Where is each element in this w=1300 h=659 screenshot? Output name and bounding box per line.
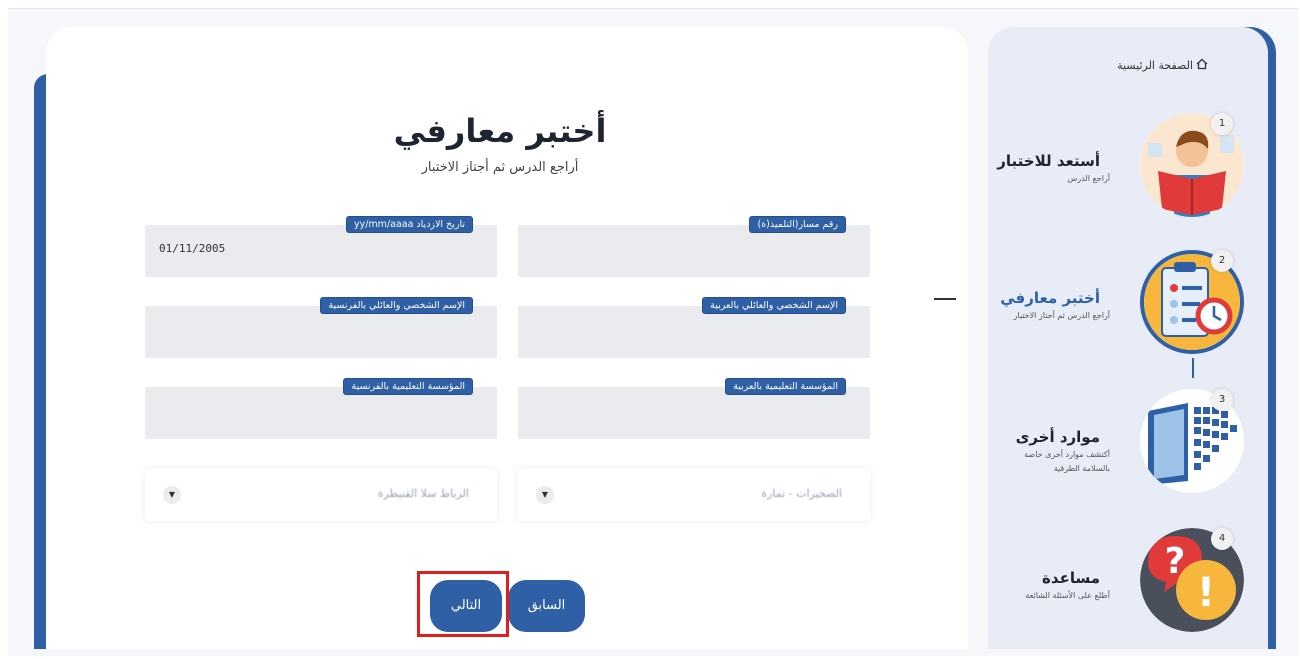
step-4-title[interactable]: مساعدة	[1042, 569, 1100, 587]
step-2-number: 2	[1211, 250, 1233, 272]
name-fr-label: الإسم الشخصي والعائلي بالفرنسية	[320, 297, 473, 314]
region-select-value: الرباط سلا القنيطرة	[377, 487, 469, 500]
next-button-highlight	[417, 571, 509, 637]
step-2-title[interactable]: أختبر معارفي	[1000, 289, 1100, 307]
step-connector	[1192, 358, 1194, 378]
birth-date-value: 01/11/2005	[159, 242, 226, 255]
student-id-field[interactable]: رقم مسار(التلميذ(ة)	[518, 216, 870, 277]
chevron-down-icon: ▼	[536, 486, 554, 504]
step-1-title[interactable]: أستعد للاختبار	[997, 152, 1100, 170]
svg-text:!: !	[1197, 570, 1215, 616]
page-title: أختبر معارفي	[393, 112, 607, 150]
step-4-desc: أطلع على الأسئلة الشائعة	[1025, 591, 1110, 600]
name-ar-label: الإسم الشخصي والعائلي بالعربية	[702, 297, 846, 314]
province-select-value: الصخيرات - تمارة	[761, 487, 842, 500]
step-2-desc: أراجع الدرس ثم أجتاز الاختبار	[1013, 311, 1110, 320]
region-select[interactable]: ▼ الرباط سلا القنيطرة	[145, 469, 497, 521]
chevron-down-icon: ▼	[163, 486, 181, 504]
birth-date-label: تاريخ الازدياد yy/mm/aaaa	[345, 216, 473, 233]
name-ar-field[interactable]: الإسم الشخصي والعائلي بالعربية	[518, 297, 870, 358]
step-3-title[interactable]: موارد أخرى	[1016, 428, 1100, 446]
province-select[interactable]: ▼ الصخيرات - تمارة	[518, 469, 870, 521]
step-3-desc: أكتشف موارد أخرى خاصة بالسلامة الطرقية	[1024, 450, 1110, 473]
school-ar-field[interactable]: المؤسسة التعليمية بالعربية	[518, 378, 870, 439]
student-id-label: رقم مسار(التلميذ(ة)	[749, 216, 846, 233]
name-fr-field[interactable]: الإسم الشخصي والعائلي بالفرنسية	[145, 297, 497, 358]
prev-button[interactable]: السابق	[508, 580, 585, 632]
page-subtitle: أراجع الدرس ثم أجتاز الاختبار	[421, 160, 579, 175]
school-fr-field[interactable]: المؤسسة التعليمية بالفرنسية	[145, 378, 497, 439]
home-link[interactable]: الصفحة الرئيسية	[1117, 58, 1208, 72]
collapse-dash[interactable]	[934, 298, 956, 300]
home-icon	[1196, 58, 1208, 70]
step-1-number: 1	[1211, 113, 1233, 135]
birth-date-field[interactable]: تاريخ الازدياد yy/mm/aaaa 01/11/2005	[145, 216, 497, 277]
step-1-desc: أراجع الدرس	[1067, 174, 1110, 183]
step-4-number: 4	[1211, 528, 1233, 550]
home-label: الصفحة الرئيسية	[1117, 59, 1193, 72]
school-ar-label: المؤسسة التعليمية بالعربية	[725, 378, 846, 395]
step-3-number: 3	[1211, 389, 1233, 411]
school-fr-label: المؤسسة التعليمية بالفرنسية	[343, 378, 473, 395]
